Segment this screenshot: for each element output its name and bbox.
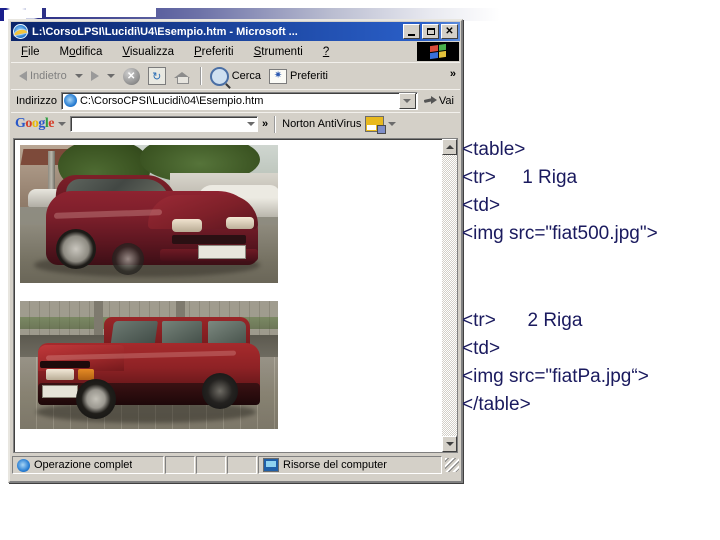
title-bar[interactable]: L:\CorsoLPSI\Lucidi\U4\Esempio.htm - Mic… — [11, 22, 460, 41]
minimize-icon — [408, 33, 415, 36]
deco-square-2 — [26, 8, 42, 18]
address-label: Indirizzo — [16, 94, 57, 107]
address-bar: Indirizzo C:\CorsoCPSI\Lucidi\04\Esempio… — [11, 89, 460, 111]
forward-dropdown-button[interactable] — [103, 65, 119, 87]
vertical-scrollbar[interactable] — [442, 138, 458, 453]
back-button[interactable]: Indietro — [15, 65, 71, 87]
menu-item-file[interactable]: File — [11, 46, 50, 58]
arrow-right-icon — [90, 71, 99, 81]
arrow-up-icon — [445, 145, 454, 149]
google-toolbar: Google » Norton AntiVirus — [11, 112, 460, 135]
deco-square-3 — [46, 8, 156, 17]
maximize-icon — [426, 28, 435, 35]
address-input[interactable]: C:\CorsoCPSI\Lucidi\04\Esempio.htm — [60, 91, 418, 110]
go-button[interactable]: Vai — [422, 95, 460, 107]
stop-icon: ✕ — [122, 67, 140, 85]
status-message: Operazione complet — [34, 459, 133, 471]
status-pane-4 — [227, 456, 257, 474]
toolbar-separator — [199, 67, 201, 85]
menu-item-file-rest: ile — [28, 45, 40, 58]
refresh-icon: ↻ — [147, 67, 166, 85]
code-annotation-block-2: <tr> 2 Riga <td> <img src="fiatPa.jpg“> … — [462, 310, 649, 415]
menu-item-preferiti[interactable]: Preferiti — [184, 46, 244, 58]
address-value: C:\CorsoCPSI\Lucidi\04\Esempio.htm — [79, 94, 264, 107]
security-zone-label: Risorse del computer — [283, 459, 387, 471]
screen: L:\CorsoLPSI\Lucidi\U4\Esempio.htm - Mic… — [0, 0, 720, 540]
scrollbar-track[interactable] — [442, 155, 457, 436]
maximize-button[interactable] — [422, 24, 439, 39]
google-menu-chevron-icon[interactable] — [58, 122, 66, 126]
windows-flag-icon — [430, 43, 446, 60]
my-computer-icon — [263, 458, 279, 472]
forward-button[interactable] — [87, 65, 103, 87]
chevron-down-icon — [106, 74, 115, 78]
arrow-down-icon — [445, 442, 454, 446]
status-pane-2 — [165, 456, 195, 474]
google-logo[interactable]: Google — [15, 116, 54, 132]
status-message-pane: Operazione complet — [12, 456, 164, 474]
window-controls: ✕ — [403, 24, 459, 39]
resize-grip[interactable] — [445, 458, 459, 472]
go-arrow-icon — [424, 95, 437, 106]
navigation-toolbar: Indietro ✕ ↻ Cerca ✷ Preferiti » — [11, 62, 460, 89]
menu-item-modifica[interactable]: Modifica — [50, 46, 113, 58]
toolbar-overflow-button[interactable]: » — [450, 68, 456, 80]
back-button-label: Indietro — [30, 70, 67, 82]
page-icon — [63, 94, 77, 107]
web-page-document — [13, 138, 442, 453]
car-photo-fiat-panda — [20, 301, 278, 429]
security-zone-pane[interactable]: Risorse del computer — [258, 456, 442, 474]
norton-dropdown-chevron-icon[interactable] — [388, 122, 397, 126]
minimize-button[interactable] — [403, 24, 420, 39]
address-dropdown-button[interactable] — [398, 92, 416, 109]
menu-item-help[interactable]: ? — [313, 46, 339, 58]
code-annotation-block-1: <table> <tr> 1 Riga <td> <img src="fiat5… — [462, 139, 658, 244]
chevron-down-icon[interactable] — [247, 122, 255, 126]
status-pane-3 — [196, 456, 226, 474]
search-button[interactable]: Cerca — [206, 65, 265, 87]
scroll-up-button[interactable] — [442, 139, 457, 155]
google-toolbar-separator — [274, 115, 276, 133]
window-title: L:\CorsoLPSI\Lucidi\U4\Esempio.htm - Mic… — [32, 25, 298, 38]
home-button[interactable] — [170, 65, 195, 87]
go-button-label: Vai — [438, 94, 454, 107]
search-icon — [209, 66, 229, 86]
ie-animated-logo — [417, 42, 459, 61]
internet-explorer-icon — [13, 24, 28, 39]
google-overflow-button[interactable]: » — [262, 118, 268, 130]
google-search-input[interactable] — [70, 116, 258, 132]
close-button[interactable]: ✕ — [441, 24, 458, 39]
menu-item-strumenti[interactable]: Strumenti — [244, 46, 313, 58]
stop-button[interactable]: ✕ — [119, 65, 144, 87]
scroll-down-button[interactable] — [442, 436, 457, 452]
ie-status-icon — [17, 458, 30, 472]
refresh-button[interactable]: ↻ — [144, 65, 170, 87]
car-photo-fiat-500 — [20, 145, 278, 283]
home-icon — [173, 69, 191, 84]
favorites-button[interactable]: ✷ Preferiti — [265, 65, 332, 87]
status-bar: Operazione complet Risorse del computer — [11, 455, 460, 475]
chevron-down-icon — [403, 98, 412, 103]
content-area — [11, 136, 460, 453]
chevron-down-icon — [74, 74, 83, 78]
norton-antivirus-label: Norton AntiVirus — [282, 118, 362, 130]
arrow-left-icon — [19, 71, 27, 81]
favorites-button-label: Preferiti — [290, 70, 328, 82]
menu-bar: File Modifica Visualizza Preferiti Strum… — [11, 42, 460, 62]
search-button-label: Cerca — [231, 70, 262, 82]
back-dropdown-button[interactable] — [71, 65, 87, 87]
star-icon: ✷ — [269, 68, 288, 84]
norton-antivirus-icon[interactable] — [365, 116, 387, 134]
menu-item-visualizza[interactable]: Visualizza — [112, 46, 184, 58]
browser-window: L:\CorsoLPSI\Lucidi\U4\Esempio.htm - Mic… — [8, 19, 463, 483]
